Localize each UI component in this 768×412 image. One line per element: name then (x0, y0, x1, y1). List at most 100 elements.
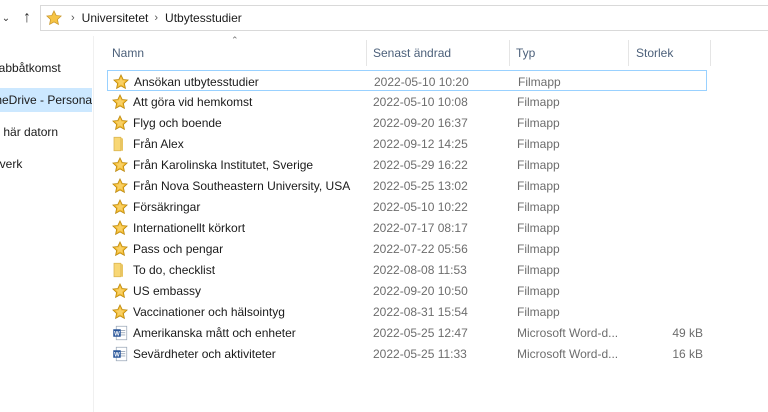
starred-folder-icon (110, 238, 130, 259)
file-row[interactable]: Pass och pengar 2022-07-22 05:56 Filmapp (107, 238, 707, 259)
file-modified-date: 2022-08-31 15:54 (373, 304, 468, 319)
sidebar-item-quick-access[interactable]: Snabbåtkomst (0, 56, 92, 80)
column-divider[interactable] (366, 40, 367, 66)
starred-folder-icon (111, 71, 131, 92)
file-type: Filmapp (517, 199, 560, 214)
file-size (635, 301, 703, 322)
breadcrumb-universitetet[interactable]: Universitetet (82, 11, 149, 25)
file-name: Från Alex (133, 136, 184, 151)
file-size (635, 259, 703, 280)
file-modified-date: 2022-09-20 10:50 (373, 283, 468, 298)
file-name: Att göra vid hemkomst (133, 94, 253, 109)
file-type: Filmapp (517, 94, 560, 109)
file-modified-date: 2022-07-22 05:56 (373, 241, 468, 256)
file-modified-date: 2022-05-10 10:08 (373, 94, 468, 109)
up-arrow-icon[interactable]: ↑ (18, 8, 36, 28)
file-name: Försäkringar (133, 199, 201, 214)
file-type: Microsoft Word-d... (517, 346, 619, 361)
file-row[interactable]: Från Nova Southeastern University, USA 20… (107, 175, 707, 196)
file-modified-date: 2022-08-08 11:53 (373, 262, 467, 277)
address-field[interactable]: › Universitetet › Utbytesstudier (40, 5, 768, 31)
file-row[interactable]: Vaccinationer och hälsointyg 2022-08-31 1… (107, 301, 707, 322)
file-modified-date: 2022-05-25 11:33 (373, 346, 467, 361)
starred-folder-icon (110, 154, 130, 175)
starred-folder-icon (110, 196, 130, 217)
quick-access-star-icon (43, 9, 65, 27)
file-modified-date: 2022-07-17 08:17 (373, 220, 468, 235)
file-row[interactable]: W Sevärdheter och aktiviteter 2022-05-25 1… (107, 343, 707, 364)
file-name: Internationellt körkort (133, 220, 246, 235)
sidebar-item-label: Snabbåtkomst (0, 61, 61, 75)
file-type: Filmapp (517, 304, 560, 319)
column-divider[interactable] (710, 40, 711, 66)
column-header-size[interactable]: Storlek (636, 40, 710, 66)
svg-text:W: W (114, 331, 120, 337)
file-type: Microsoft Word-d... (517, 325, 619, 340)
column-divider[interactable] (509, 40, 510, 66)
file-type: Filmapp (517, 178, 560, 193)
file-type: Filmapp (517, 136, 560, 151)
word-document-icon: W (110, 343, 130, 364)
column-divider[interactable] (628, 40, 629, 66)
file-type: Filmapp (517, 157, 560, 172)
file-row[interactable]: Internationellt körkort 2022-07-17 08:17 F… (107, 217, 707, 238)
folder-icon (110, 133, 130, 154)
starred-folder-icon (110, 112, 130, 133)
file-name: Pass och pengar (133, 241, 224, 256)
file-row[interactable]: Att göra vid hemkomst 2022-05-10 10:08 Fil… (107, 91, 707, 112)
word-document-icon: W (110, 322, 130, 343)
file-size (635, 91, 703, 112)
starred-folder-icon (110, 301, 130, 322)
starred-folder-icon (110, 175, 130, 196)
address-bar: ⌄ ↑ › Universitetet › Utbytesstudier (0, 0, 768, 36)
file-name: Från Karolinska Institutet, Sverige (133, 157, 314, 172)
breadcrumb-separator-icon[interactable]: › (154, 12, 158, 24)
file-size (635, 175, 703, 196)
file-size (635, 280, 703, 301)
file-type: Filmapp (517, 283, 560, 298)
sidebar-item-label: Nätverk (0, 157, 23, 171)
file-row[interactable]: Från Alex 2022-09-12 14:25 Filmapp (107, 133, 707, 154)
file-row[interactable]: W Amerikanska mått och enheter 2022-05-25 … (107, 322, 707, 343)
breadcrumb-utbytesstudier[interactable]: Utbytesstudier (165, 11, 242, 25)
file-modified-date: 2022-09-12 14:25 (373, 136, 468, 151)
starred-folder-icon (110, 91, 130, 112)
file-name: To do, checklist (133, 262, 216, 277)
pane-divider[interactable] (93, 36, 94, 412)
file-name: Från Nova Southeastern University, USA (133, 178, 351, 193)
file-type: Filmapp (517, 241, 560, 256)
breadcrumb-separator-icon[interactable]: › (71, 12, 75, 24)
file-row[interactable]: Försäkringar 2022-05-10 10:22 Filmapp (107, 196, 707, 217)
file-type: Filmapp (517, 220, 560, 235)
file-size: 49 kB (672, 325, 703, 340)
file-row[interactable]: Ansökan utbytesstudier 2022-05-10 10:20 Fi… (107, 70, 707, 91)
sidebar-item-onedrive[interactable]: OneDrive - Personal (0, 88, 92, 112)
file-size (635, 154, 703, 175)
sidebar-item-network[interactable]: Nätverk (0, 152, 92, 176)
column-header-date[interactable]: Senast ändrad (373, 40, 509, 66)
file-name: Ansökan utbytesstudier (134, 74, 259, 89)
file-modified-date: 2022-05-25 13:02 (373, 178, 468, 193)
file-modified-date: 2022-09-20 16:37 (373, 115, 468, 130)
file-row[interactable]: To do, checklist 2022-08-08 11:53 Filmapp (107, 259, 707, 280)
column-header-type[interactable]: Typ (516, 40, 626, 66)
svg-text:W: W (114, 352, 120, 358)
file-size (635, 133, 703, 154)
sidebar-item-label: OneDrive - Personal (0, 93, 92, 107)
file-row[interactable]: Flyg och boende 2022-09-20 16:37 Filmapp (107, 112, 707, 133)
starred-folder-icon (110, 280, 130, 301)
file-row[interactable]: US embassy 2022-09-20 10:50 Filmapp (107, 280, 707, 301)
recent-locations-chevron-icon[interactable]: ⌄ (0, 8, 12, 28)
folder-icon (110, 259, 130, 280)
sidebar-item-label: Den här datorn (0, 125, 59, 139)
starred-folder-icon (110, 217, 130, 238)
column-header-name[interactable]: Namn (112, 40, 366, 66)
file-size (635, 112, 703, 133)
file-row[interactable]: Från Karolinska Institutet, Sverige 2022-… (107, 154, 707, 175)
file-modified-date: 2022-05-10 10:20 (374, 74, 469, 89)
file-type: Filmapp (518, 74, 561, 89)
file-size (636, 71, 704, 92)
file-name: Flyg och boende (133, 115, 222, 130)
sidebar-item-this-pc[interactable]: Den här datorn (0, 120, 92, 144)
file-name: US embassy (133, 283, 202, 298)
